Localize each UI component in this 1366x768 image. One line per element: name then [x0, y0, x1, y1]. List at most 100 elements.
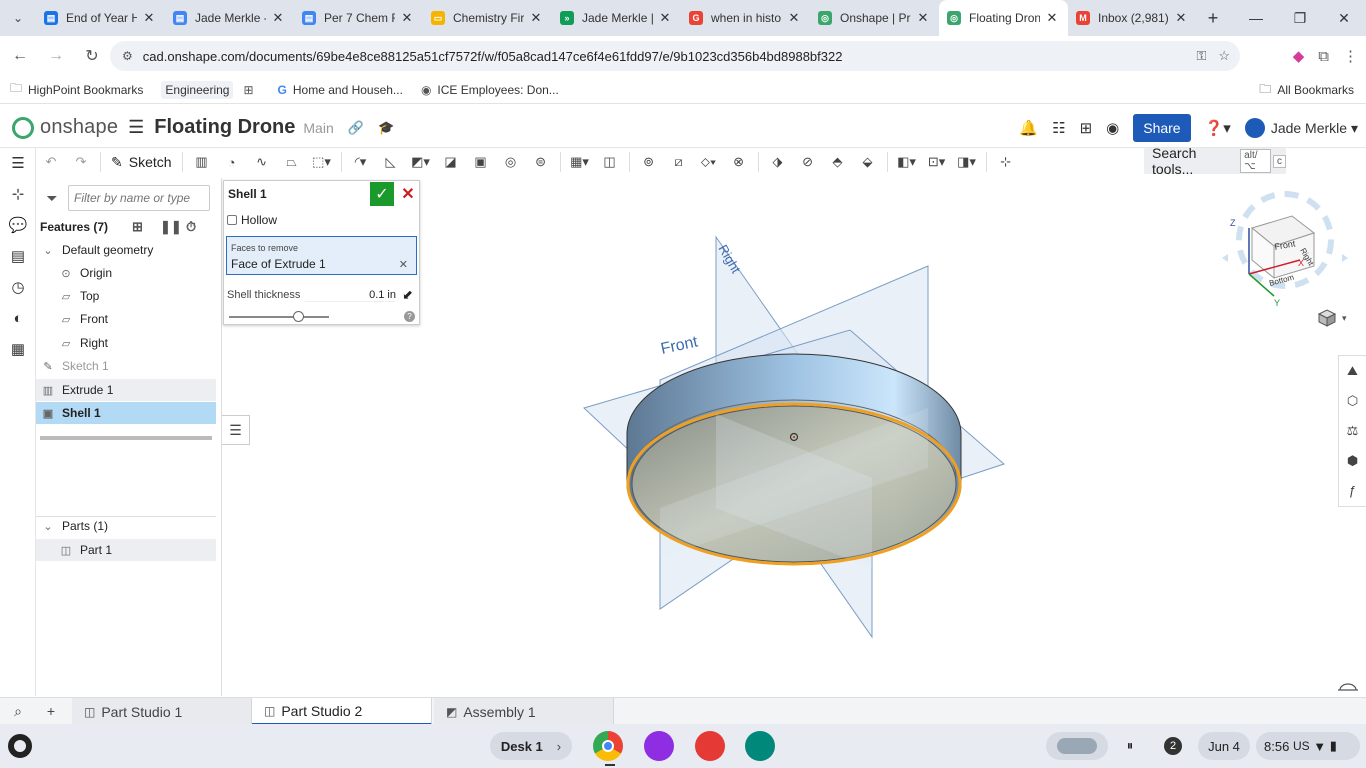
close-tab-icon[interactable]: ✕	[786, 10, 802, 26]
properties-icon[interactable]: ▦	[0, 334, 36, 365]
bookmark-highpoint[interactable]: 🗀 HighPoint Bookmarks	[10, 79, 143, 100]
delete-part-icon[interactable]: ⊗	[728, 151, 750, 173]
revolve-icon[interactable]: ◔	[221, 151, 243, 173]
tree-item-extrude[interactable]: ▥ Extrude 1	[36, 379, 216, 401]
transform-icon[interactable]: ⬦▾	[698, 151, 720, 173]
opposite-direction-icon[interactable]: ⬋	[402, 287, 413, 303]
mate-connector-icon[interactable]: ⊡▾	[926, 151, 948, 173]
browser-tab[interactable]: ▤ Jade Merkle - ✕	[165, 0, 294, 36]
tab-search-chevron-icon[interactable]: ⌄	[0, 0, 36, 36]
chrome-app-icon[interactable]	[593, 731, 623, 761]
chrome-menu-icon[interactable]: ⋮	[1343, 47, 1358, 65]
rib-icon[interactable]: ◪	[440, 151, 462, 173]
photos-app-icon[interactable]	[644, 731, 674, 761]
release-candidates-icon[interactable]: ☷	[1052, 119, 1065, 137]
all-bookmarks[interactable]: 🗀 All Bookmarks	[1259, 76, 1354, 104]
user-menu[interactable]: Jade Merkle ▾	[1244, 118, 1358, 138]
date-tray[interactable]: Jun 4	[1198, 732, 1250, 760]
education-cap-icon[interactable]: 🎓	[378, 120, 394, 136]
bom-icon[interactable]: ▤	[0, 241, 36, 272]
browser-tab[interactable]: » Jade Merkle | ✕	[552, 0, 681, 36]
tab-assembly-1[interactable]: ◩ Assembly 1	[434, 698, 614, 725]
minimize-icon[interactable]: —	[1234, 10, 1278, 26]
browser-tab[interactable]: ▤ Per 7 Chem F ✕	[294, 0, 423, 36]
faces-to-remove-field[interactable]: Faces to remove Face of Extrude 1 ✕	[226, 236, 417, 275]
close-tab-icon[interactable]: ✕	[915, 10, 931, 26]
bookmark-ice[interactable]: ◉ ICE Employees: Don...	[421, 83, 559, 97]
site-info-icon[interactable]: ⚙	[122, 49, 133, 63]
bookmark-home[interactable]: G Home and Househ...	[278, 83, 403, 97]
back-icon[interactable]: ←	[4, 40, 36, 72]
media-control-icon[interactable]: ⏸	[1116, 732, 1144, 760]
slider-knob[interactable]	[293, 311, 304, 322]
tree-parts-header[interactable]: ⌄ Parts (1)	[36, 515, 216, 537]
canvas-app-icon[interactable]	[695, 731, 725, 761]
tree-item-origin[interactable]: ⊙ Origin	[36, 262, 216, 284]
onshape-logo[interactable]: onshape	[12, 116, 118, 139]
holding-space-tray[interactable]	[1046, 732, 1108, 760]
surface-icon[interactable]: ◨▾	[956, 151, 978, 173]
comments-icon[interactable]: 💬	[0, 210, 36, 241]
draft-icon[interactable]: ◩▾	[410, 151, 432, 173]
shell-icon[interactable]: ▣	[470, 151, 492, 173]
filter-funnel-icon[interactable]: ⏷	[36, 190, 68, 207]
tree-default-geometry[interactable]: ⌄ Default geometry	[36, 239, 216, 261]
view-cube[interactable]: Front Right Bottom Z X Y	[1222, 191, 1348, 308]
help-icon[interactable]: ❓▾	[1205, 119, 1231, 137]
browser-tab[interactable]: ▤ End of Year H ✕	[36, 0, 165, 36]
tree-item-front[interactable]: ▱ Front	[36, 308, 216, 330]
view-options-icon[interactable]: ▾	[1317, 309, 1347, 327]
extensions-puzzle-icon[interactable]: ⧉	[1318, 48, 1329, 65]
thread-icon[interactable]: ⊜	[530, 151, 552, 173]
restore-icon[interactable]: ❐	[1278, 10, 1322, 27]
browser-tab[interactable]: M Inbox (2,981) ✕	[1068, 0, 1197, 36]
timer-icon[interactable]: ⏱	[186, 219, 196, 235]
redo-icon[interactable]: ↷	[70, 151, 92, 173]
browser-tab[interactable]: ◎ Floating Dron ✕	[939, 0, 1068, 36]
help-icon[interactable]: ?	[404, 311, 415, 322]
browser-tab[interactable]: ◎ Onshape | Pr ✕	[810, 0, 939, 36]
add-folder-icon[interactable]: ⊞	[132, 219, 143, 235]
search-tools-button[interactable]: Search tools... alt/⌥ c	[1144, 145, 1286, 177]
cancel-x-icon[interactable]: ✕	[398, 182, 418, 206]
close-window-icon[interactable]: ✕	[1322, 10, 1366, 27]
thickness-slider[interactable]	[229, 311, 329, 322]
mirror-icon[interactable]: ◫	[599, 151, 621, 173]
branch-label[interactable]: Main	[303, 120, 333, 136]
forward-icon[interactable]: →	[40, 40, 72, 72]
accept-checkmark-icon[interactable]: ✓	[370, 182, 394, 206]
appearance-panel-icon[interactable]: ⛰	[1339, 356, 1366, 386]
close-tab-icon[interactable]: ✕	[528, 10, 544, 26]
close-tab-icon[interactable]: ✕	[399, 10, 415, 26]
part-properties-icon[interactable]: ⬡	[1339, 386, 1366, 416]
variables-icon[interactable]: ƒ	[1339, 476, 1366, 506]
status-tray[interactable]: 8:56 US ▼ ▮	[1256, 732, 1360, 760]
split-icon[interactable]: ⧄	[668, 151, 690, 173]
thicken-icon[interactable]: ⬚▾	[311, 151, 333, 173]
section-view-icon[interactable]	[1338, 683, 1358, 691]
address-bar[interactable]: ⚙ cad.onshape.com/documents/69be4e8ce881…	[110, 41, 1240, 71]
search-tabs-icon[interactable]: ⌕	[0, 698, 36, 725]
tab-part-studio-1[interactable]: ◫ Part Studio 1	[72, 698, 252, 725]
bookmark-star-icon[interactable]: ☆	[1218, 48, 1230, 64]
add-tab-icon[interactable]: +	[33, 698, 69, 725]
sweep-icon[interactable]: ∿	[251, 151, 273, 173]
document-title[interactable]: Floating Drone	[154, 116, 295, 139]
undo-icon[interactable]: ↶	[40, 151, 62, 173]
tree-part[interactable]: ◫ Part 1	[36, 539, 216, 561]
appearance-icon[interactable]: ◐	[0, 303, 36, 334]
delete-face-icon[interactable]: ⊘	[797, 151, 819, 173]
bookmark-engineering[interactable]: Engineering	[161, 80, 234, 99]
share-button[interactable]: Share	[1133, 114, 1191, 142]
launcher-icon[interactable]	[8, 734, 32, 758]
mass-properties-icon[interactable]: ⚖	[1339, 416, 1366, 446]
browser-tab[interactable]: ▭ Chemistry Fir ✕	[423, 0, 552, 36]
hollow-checkbox[interactable]: Hollow	[227, 213, 277, 227]
add-custom-feature-icon[interactable]: ⊹	[995, 151, 1017, 173]
browser-tab[interactable]: Gwhen in histo ✕	[681, 0, 810, 36]
hamburger-menu-icon[interactable]: ☰	[128, 117, 144, 138]
chevron-down-icon[interactable]: ⌄	[40, 520, 56, 533]
rollback-bar[interactable]	[40, 436, 212, 440]
desk-button[interactable]: Desk 1 ›	[490, 732, 572, 760]
close-tab-icon[interactable]: ✕	[1044, 10, 1060, 26]
